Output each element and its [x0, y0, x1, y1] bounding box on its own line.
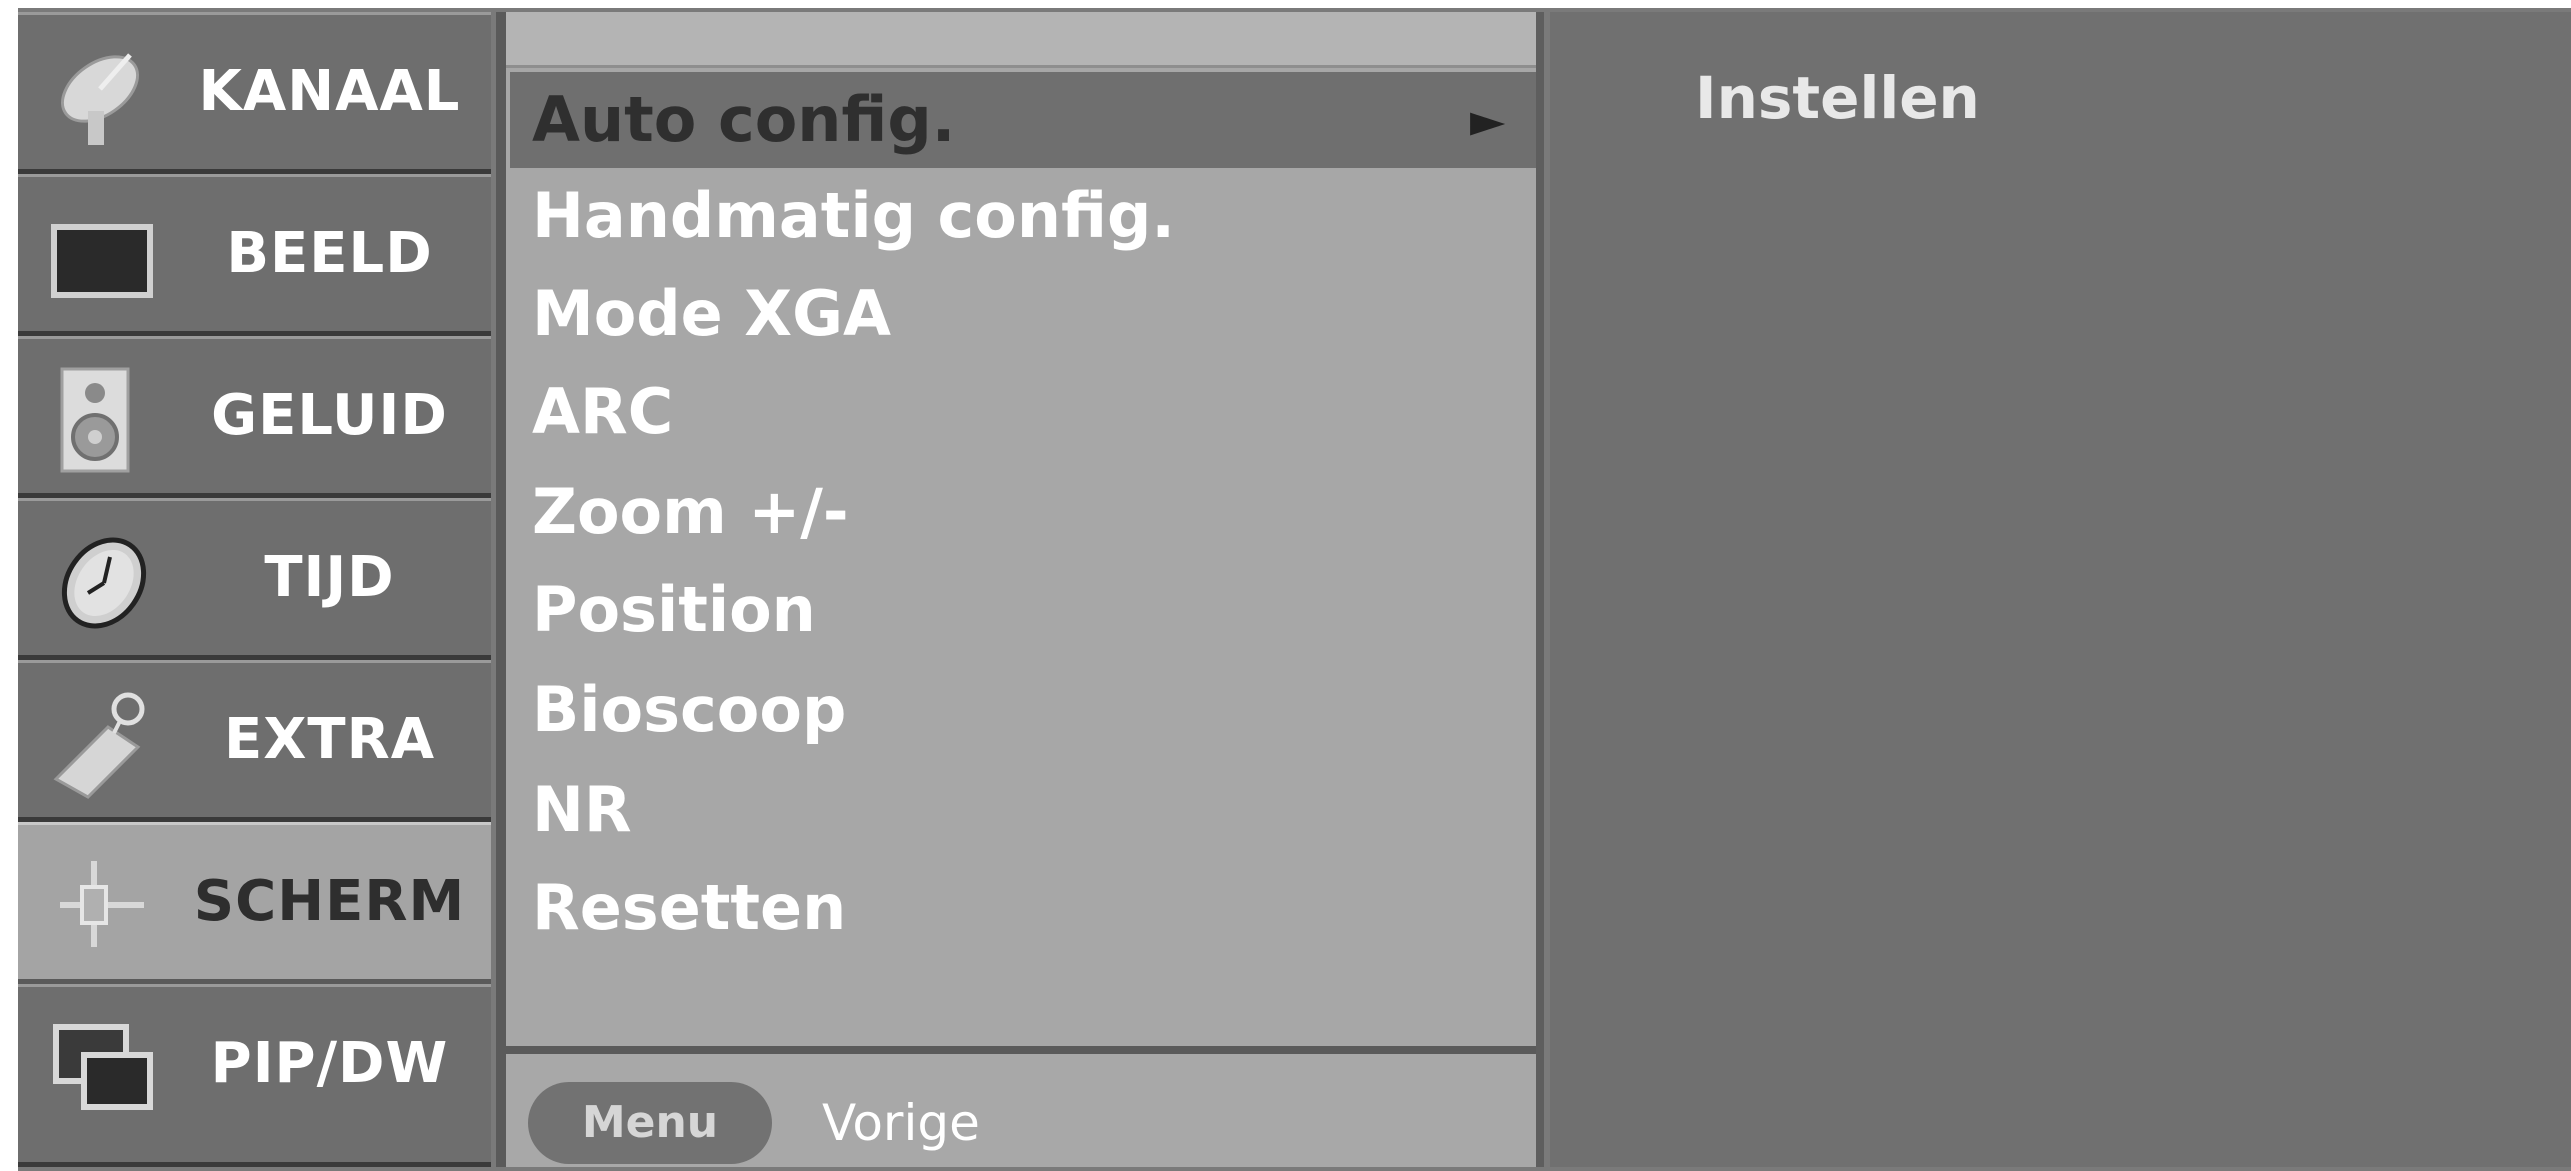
category-label: PIP/DW	[210, 1031, 449, 1096]
menu-button[interactable]: Menu	[528, 1082, 772, 1164]
detail-action-label[interactable]: Instellen	[1695, 64, 1980, 132]
category-label: TIJD	[264, 545, 395, 610]
screen-adjust-icon	[60, 861, 144, 947]
category-label: EXTRA	[223, 707, 436, 772]
category-extra[interactable]: EXTRA	[18, 660, 491, 822]
detail-panel: Instellen	[1550, 12, 2571, 1167]
menu-item-mode-xga[interactable]: Mode XGA	[532, 268, 1522, 360]
category-label: BEELD	[226, 221, 433, 286]
menu-item-bioscoop[interactable]: Bioscoop	[532, 664, 1522, 756]
pip-icon	[53, 1024, 153, 1110]
category-tijd[interactable]: TIJD	[18, 498, 491, 660]
menu-item-zoom[interactable]: Zoom +/-	[532, 466, 1522, 558]
category-geluid[interactable]: GELUID	[18, 336, 491, 498]
category-scherm[interactable]: SCHERM	[18, 822, 491, 984]
clock-icon	[61, 537, 147, 629]
menu-panel-divider	[1536, 12, 1544, 1167]
footer-separator	[506, 1046, 1536, 1054]
tag-icon	[53, 692, 145, 799]
category-label: GELUID	[211, 383, 448, 448]
menu-item-arc[interactable]: ARC	[532, 366, 1522, 458]
menu-panel: Auto config. ► Handmatig config. Mode XG…	[496, 12, 1544, 1167]
category-label: SCHERM	[193, 869, 466, 934]
picture-screen-icon	[51, 224, 153, 298]
category-label: KANAAL	[198, 59, 461, 124]
menu-panel-header	[496, 12, 1544, 68]
submenu-arrow-icon: ►	[1470, 93, 1506, 147]
category-beeld[interactable]: BEELD	[18, 174, 491, 336]
menu-footer: Menu Vorige	[506, 1054, 1536, 1167]
speaker-icon	[60, 367, 130, 473]
back-hint-label: Vorige	[822, 1094, 980, 1152]
menu-item-position[interactable]: Position	[532, 564, 1522, 656]
menu-item-resetten[interactable]: Resetten	[532, 862, 1522, 954]
menu-item-nr[interactable]: NR	[532, 764, 1522, 856]
category-pip-dw[interactable]: PIP/DW	[18, 984, 491, 1167]
category-column: KANAAL BEELD GELUID TIJD EXTRA SCHERM PI…	[18, 12, 491, 1167]
menu-panel-divider	[496, 12, 506, 1167]
menu-item-label: Auto config.	[532, 83, 956, 156]
category-kanaal[interactable]: KANAAL	[18, 12, 491, 174]
menu-item-handmatig-config[interactable]: Handmatig config.	[532, 170, 1522, 262]
menu-item-auto-config[interactable]: Auto config. ►	[532, 74, 1522, 166]
satellite-dish-icon	[61, 53, 139, 145]
